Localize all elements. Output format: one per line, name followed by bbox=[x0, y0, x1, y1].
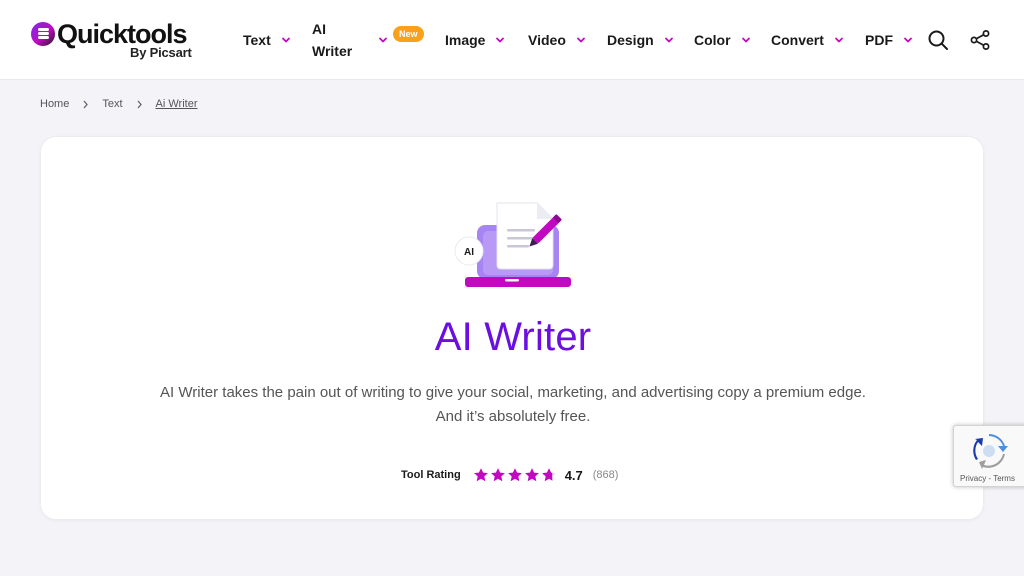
nav-pdf[interactable]: PDF bbox=[865, 0, 913, 80]
breadcrumb-text[interactable]: Text bbox=[102, 98, 122, 110]
chevron-right-icon bbox=[137, 100, 142, 108]
nav-text[interactable]: Text bbox=[243, 0, 291, 80]
nav-text-label: Text bbox=[243, 32, 271, 48]
star-icon[interactable] bbox=[490, 467, 506, 483]
nav-convert-label: Convert bbox=[771, 32, 824, 48]
quicktools-logo[interactable]: Quicktools By Picsart bbox=[31, 18, 201, 64]
nav-video-label: Video bbox=[528, 32, 566, 48]
nav-image[interactable]: Image bbox=[445, 0, 505, 80]
ai-bubble-text: AI bbox=[464, 247, 474, 258]
breadcrumb-current[interactable]: Ai Writer bbox=[156, 98, 198, 110]
chevron-down-icon bbox=[835, 37, 843, 43]
top-header: Quicktools By Picsart Text AI Writer New… bbox=[0, 0, 1024, 80]
share-icon[interactable] bbox=[968, 28, 992, 52]
nav-ai-writer-label: AI Writer bbox=[312, 18, 352, 62]
description-line-2: And it’s absolutely free. bbox=[435, 408, 591, 425]
chevron-down-icon bbox=[281, 37, 290, 43]
chevron-down-icon bbox=[664, 37, 673, 43]
chevron-right-icon bbox=[83, 100, 89, 108]
logo-subtitle: By Picsart bbox=[130, 45, 192, 60]
page-title: AI Writer bbox=[434, 315, 592, 359]
ai-writer-laptop-icon: AI bbox=[454, 202, 571, 287]
rating-value: 4.7 bbox=[564, 467, 583, 483]
nav-ai-line2: Writer bbox=[312, 43, 353, 59]
page-description: AI Writer takes the pain out of writing … bbox=[101, 381, 925, 429]
nav-ai-writer[interactable]: AI Writer bbox=[312, 0, 388, 80]
nav-design-label: Design bbox=[607, 32, 654, 48]
nav-video[interactable]: Video bbox=[528, 0, 586, 80]
breadcrumb-home[interactable]: Home bbox=[40, 98, 69, 110]
star-icon[interactable] bbox=[524, 467, 540, 483]
search-icon[interactable] bbox=[926, 28, 950, 52]
nav-pdf-label: PDF bbox=[865, 32, 893, 48]
recaptcha-icon bbox=[973, 434, 1008, 469]
recaptcha-links[interactable]: Privacy - Terms bbox=[960, 474, 1015, 483]
rating-stars[interactable] bbox=[473, 467, 557, 483]
nav-color-label: Color bbox=[694, 32, 731, 48]
description-line-1: AI Writer takes the pain out of writing … bbox=[160, 384, 866, 401]
nav-convert[interactable]: Convert bbox=[771, 0, 844, 80]
star-icon[interactable] bbox=[507, 467, 523, 483]
tool-hero-card: AI AI Writer AI Writer takes the pain ou… bbox=[40, 136, 984, 520]
chevron-down-icon bbox=[576, 37, 585, 43]
tool-rating: Tool Rating 4.7 (868) bbox=[401, 465, 618, 485]
chevron-down-icon bbox=[496, 37, 505, 43]
chevron-down-icon bbox=[904, 37, 912, 43]
logo-mark-icon bbox=[31, 22, 55, 46]
breadcrumb: Home Text Ai Writer bbox=[40, 96, 198, 112]
nav-image-label: Image bbox=[445, 32, 486, 48]
star-icon[interactable] bbox=[541, 467, 557, 483]
chevron-down-icon bbox=[741, 37, 750, 43]
star-icon[interactable] bbox=[473, 467, 489, 483]
rating-count: (868) bbox=[592, 469, 619, 481]
rating-label: Tool Rating bbox=[401, 469, 461, 481]
recaptcha-badge[interactable]: Privacy - Terms bbox=[953, 425, 1024, 487]
new-badge: New bbox=[393, 26, 424, 42]
nav-ai-line1: AI bbox=[312, 21, 326, 37]
nav-design[interactable]: Design bbox=[607, 0, 674, 80]
nav-color[interactable]: Color bbox=[694, 0, 751, 80]
chevron-down-icon bbox=[379, 37, 388, 43]
